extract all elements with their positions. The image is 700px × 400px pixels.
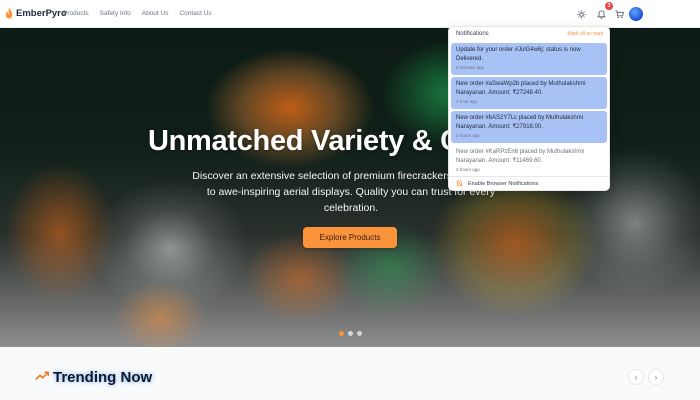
notification-item[interactable]: Update for your order #JulG4w6j: status …	[451, 43, 607, 75]
cart-icon	[614, 9, 624, 18]
carousel-dot-2[interactable]	[348, 331, 353, 336]
notification-item[interactable]: New order #KaRPzEn6 placed by Muthulaksh…	[451, 145, 607, 175]
cart-button[interactable]	[613, 8, 625, 20]
bell-off-icon	[456, 180, 463, 187]
firework-burst	[0, 158, 120, 308]
carousel-indicators	[339, 331, 362, 336]
nav-products[interactable]: Products	[63, 10, 89, 17]
carousel-dot-3[interactable]	[357, 331, 362, 336]
bell-icon	[596, 9, 606, 19]
notification-message: Update for your order #JulG4w6j: status …	[456, 47, 581, 62]
flame-icon	[5, 7, 13, 19]
notification-time: 2 hours ago	[456, 167, 480, 172]
notification-time: 1 hour ago	[456, 99, 478, 104]
notification-item[interactable]: New order #aSwaWp2b placed by Muthulaksh…	[451, 77, 607, 109]
notifications-divider	[449, 176, 609, 177]
theme-toggle-button[interactable]	[575, 8, 587, 20]
trending-title: Trending Now	[53, 369, 153, 386]
nav-about-us[interactable]: About Us	[142, 10, 169, 17]
notification-message: New order #aSwaWp2b placed by Muthulaksh…	[456, 81, 586, 96]
hero-title: Unmatched Variety & C	[148, 125, 461, 157]
nav-contact-us[interactable]: Contact Us	[179, 10, 211, 17]
notification-time: 2 hours ago	[456, 133, 480, 138]
trending-prev-button[interactable]: ‹	[628, 369, 644, 385]
notifications-dropdown: Notifications Mark all as read Update fo…	[448, 26, 610, 191]
notification-message: New order #KaRPzEn6 placed by Muthulaksh…	[456, 149, 585, 164]
mark-all-read-link[interactable]: Mark all as read	[567, 31, 603, 37]
notifications-header: Notifications Mark all as read	[449, 27, 609, 42]
carousel-dot-1[interactable]	[339, 331, 344, 336]
notifications-title: Notifications	[456, 31, 489, 37]
notification-message: New order #bAS2Y7Lc placed by Muthulaksh…	[456, 115, 584, 130]
explore-products-button[interactable]: Explore Products	[303, 227, 397, 248]
notification-item[interactable]: New order #bAS2Y7Lc placed by Muthulaksh…	[451, 111, 607, 143]
main-nav: Products Safety Info About Us Contact Us	[63, 10, 212, 17]
enable-notifications-label: Enable Browser Notifications	[468, 180, 539, 187]
brand-name: EmberPyro	[16, 7, 67, 19]
trending-next-button[interactable]: ›	[648, 369, 664, 385]
notification-count-badge: 3	[605, 2, 613, 10]
trending-up-icon	[35, 371, 49, 381]
notification-time: 5 minutes ago	[456, 65, 485, 70]
nav-safety-info[interactable]: Safety Info	[100, 10, 131, 17]
sun-icon	[576, 9, 586, 19]
user-avatar[interactable]	[629, 7, 643, 21]
brand-logo[interactable]: EmberPyro	[5, 7, 67, 19]
enable-browser-notifications-button[interactable]: Enable Browser Notifications	[456, 180, 538, 187]
top-navbar: EmberPyro Products Safety Info About Us …	[0, 0, 700, 28]
notifications-button[interactable]	[595, 8, 607, 20]
